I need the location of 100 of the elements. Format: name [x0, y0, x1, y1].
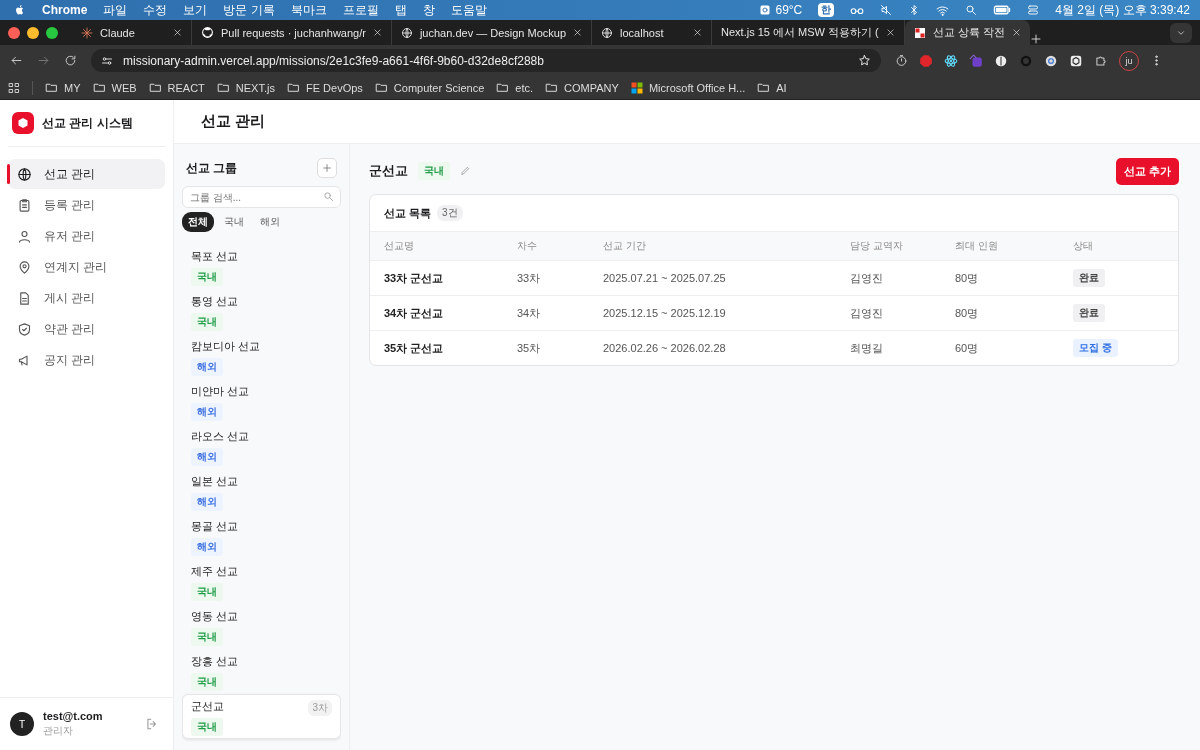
menu-item[interactable]: 보기	[183, 1, 208, 19]
group-name: 라오스 선교	[191, 429, 250, 444]
table-cell-text: 2026.02.26 ~ 2026.02.28	[603, 342, 727, 354]
bookmark[interactable]: FE DevOps	[286, 81, 363, 94]
table-cell-text: 80명	[955, 270, 980, 286]
nav-item[interactable]: 연계지 관리	[8, 252, 165, 282]
table-cell-text: 34차	[517, 305, 542, 321]
group-item[interactable]: 목포 선교 국내	[182, 244, 341, 289]
group-name: 캄보디아 선교	[191, 339, 261, 354]
table-cell-text: 김영진	[850, 305, 884, 321]
column-header: 상태	[1073, 239, 1094, 253]
table-cell-text: 2025.12.15 ~ 2025.12.19	[603, 307, 727, 319]
column-header: 선교명	[384, 239, 415, 253]
status-tag: 완료	[1073, 269, 1105, 287]
menu-item[interactable]: 탭	[394, 1, 407, 19]
table-cell-text: 80명	[955, 305, 980, 321]
count-badge: 3건	[437, 205, 463, 221]
table-cell-text: 34차 군선교	[384, 305, 445, 321]
region-tag: 국내	[191, 718, 223, 736]
table-cell-text: 2025.07.21 ~ 2025.07.25	[603, 272, 727, 284]
region-tag: 국내	[191, 628, 223, 646]
temperature: 69°C	[775, 3, 803, 17]
column-header: 선교 기간	[603, 239, 647, 253]
clock: 4월 2일 (목) 오후 3:39:42	[1055, 1, 1190, 19]
nav-item[interactable]: 선교 관리	[8, 159, 165, 189]
bookmark[interactable]: REACT	[148, 81, 205, 94]
round-count: 3차	[308, 700, 332, 716]
group-item[interactable]: 장흥 선교 국내	[182, 649, 341, 694]
menu-item[interactable]: 파일	[103, 1, 128, 19]
brand-title: 선교 관리 시스템	[42, 114, 133, 132]
filter-chip[interactable]: 전체	[182, 212, 214, 232]
group-name: 목포 선교	[191, 249, 239, 264]
region-tag: 해외	[191, 538, 223, 556]
table-cell-text: 김영진	[850, 270, 884, 286]
menu-item[interactable]: 도움말	[450, 1, 487, 19]
table-cell-text: 35차 군선교	[384, 340, 445, 356]
filter-chip[interactable]: 국내	[218, 212, 250, 232]
table-cell-text: 33차	[517, 270, 542, 286]
menu-item[interactable]: 프로필	[342, 1, 379, 19]
column-header: 차수	[517, 239, 538, 253]
column-header: 담당 교역자	[850, 239, 904, 253]
bookmark[interactable]: WEB	[92, 81, 137, 94]
region-tag: 국내	[191, 583, 223, 601]
page-title: 선교 관리	[201, 112, 266, 131]
input-method[interactable]: 한	[818, 3, 835, 17]
table-cell-text: 최명길	[850, 340, 884, 356]
group-item[interactable]: 캄보디아 선교 해외	[182, 334, 341, 379]
group-name: 미얀마 선교	[191, 384, 250, 399]
table-cell-text: 33차 군선교	[384, 270, 445, 286]
group-title: 군선교	[369, 162, 408, 180]
nav-item[interactable]: 유저 관리	[8, 221, 165, 251]
menu-item[interactable]: 북마크	[290, 1, 327, 19]
filter-chip[interactable]: 해외	[254, 212, 286, 232]
group-name: 제주 선교	[191, 564, 239, 579]
menu-item[interactable]: 창	[422, 1, 435, 19]
region-tag: 해외	[191, 358, 223, 376]
nav-item[interactable]: 약관 관리	[8, 314, 165, 344]
group-item[interactable]: 몽골 선교 해외	[182, 514, 341, 559]
bookmark[interactable]: NEXT.js	[216, 81, 275, 94]
group-item[interactable]: 미얀마 선교 해외	[182, 379, 341, 424]
nav-item[interactable]: 등록 관리	[8, 190, 165, 220]
nav-item[interactable]: 게시 관리	[8, 283, 165, 313]
search-field[interactable]: 그룹 검색...	[182, 186, 341, 208]
region-tag: 국내	[191, 673, 223, 691]
address-bar[interactable]: missionary-admin.vercel.app/missions/2e1c3fe9-a661-4f6f-9b60-d32de8cf288b	[91, 49, 881, 72]
user-email: test@t.com	[43, 710, 104, 722]
status-tag: 모집 중	[1073, 339, 1118, 357]
group-item[interactable]: 군선교 국내 3차	[182, 694, 341, 739]
region-tag: 국내	[191, 313, 223, 331]
region-tag: 국내	[191, 268, 223, 286]
bookmark[interactable]: AI	[757, 81, 787, 94]
status-tag: 완료	[1073, 304, 1105, 322]
group-item[interactable]: 제주 선교 국내	[182, 559, 341, 604]
group-item[interactable]: 통영 선교 국내	[182, 289, 341, 334]
nav-item[interactable]: 공지 관리	[8, 345, 165, 375]
user-role: 관리자	[43, 724, 74, 738]
region-tag: 해외	[191, 403, 223, 421]
group-name: 군선교	[191, 699, 224, 714]
user-avatar: T	[10, 712, 34, 736]
table-cell-text: 60명	[955, 340, 980, 356]
bookmark[interactable]: etc.	[496, 81, 534, 94]
group-item[interactable]: 일본 선교 해외	[182, 469, 341, 514]
bookmark[interactable]: Microsoft Office H...	[630, 81, 746, 94]
group-item[interactable]: 영동 선교 국내	[182, 604, 341, 649]
bookmark[interactable]: Computer Science	[374, 81, 485, 94]
bookmark[interactable]: MY	[45, 81, 81, 94]
group-name: 영동 선교	[191, 609, 239, 624]
menu-item[interactable]: 수정	[143, 1, 168, 19]
group-item[interactable]: 라오스 선교 해외	[182, 424, 341, 469]
browser-tab[interactable]: 선교 상륙 작전	[904, 20, 1030, 45]
add-mission-button[interactable]: 선교 추가	[1115, 157, 1179, 185]
group-name: 통영 선교	[191, 294, 239, 309]
app-menu[interactable]: Chrome	[42, 3, 88, 17]
group-name: 일본 선교	[191, 474, 239, 489]
column-header: 최대 인원	[955, 239, 999, 253]
menu-item[interactable]: 방문 기록	[223, 1, 275, 19]
bookmark[interactable]: COMPANY	[545, 81, 619, 94]
table-cell-text: 35차	[517, 340, 542, 356]
group-name: 장흥 선교	[191, 654, 239, 669]
region-tag: 해외	[191, 448, 223, 466]
